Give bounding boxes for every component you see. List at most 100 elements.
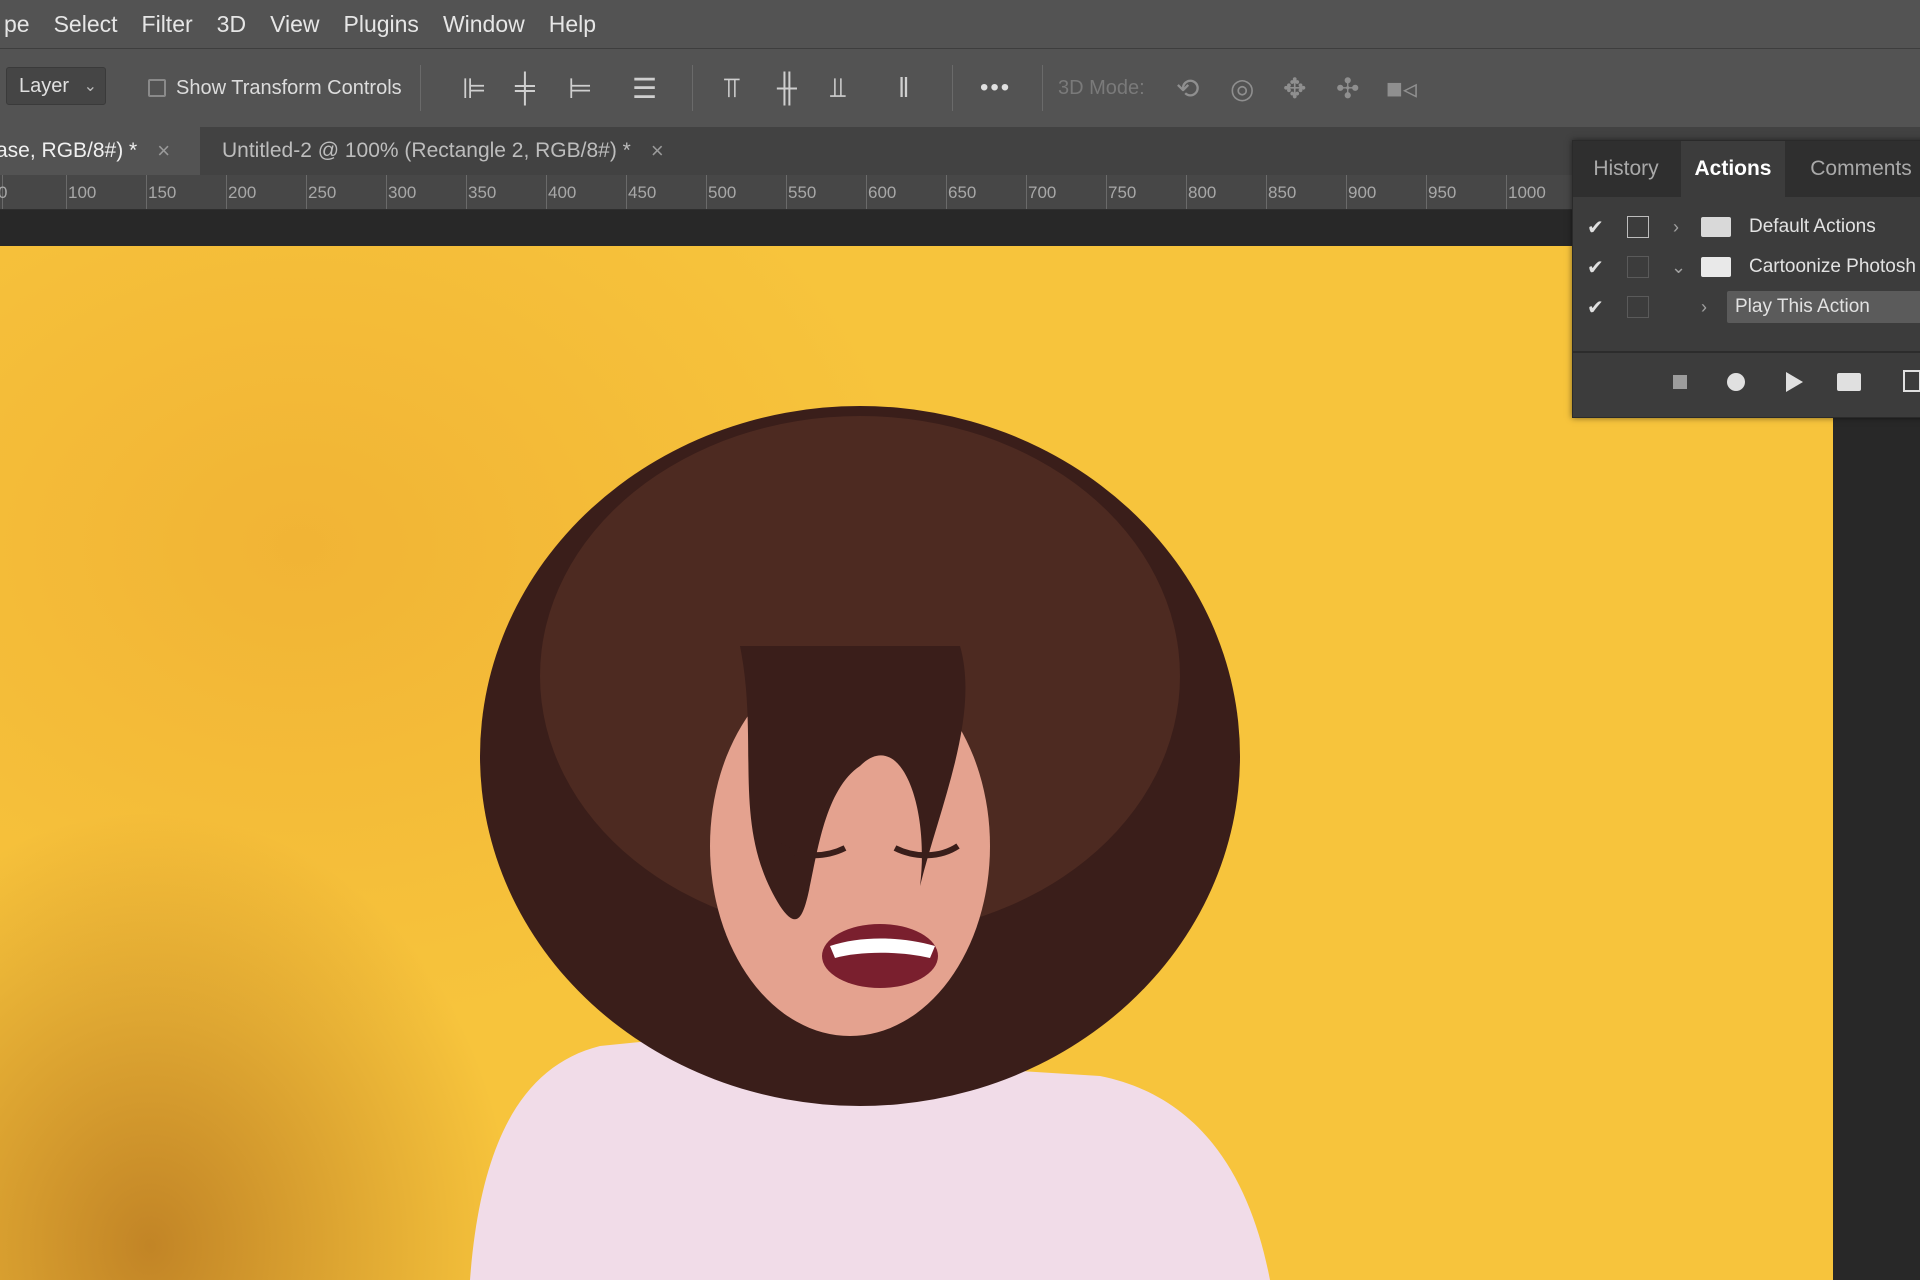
tab-history[interactable]: History bbox=[1573, 141, 1679, 197]
ruler-major-tick bbox=[866, 175, 867, 209]
actions-panel: History Actions Comments ✔ › Default Act… bbox=[1572, 140, 1920, 418]
ruler-major-tick bbox=[626, 175, 627, 209]
menu-plugins[interactable]: Plugins bbox=[332, 11, 431, 38]
divider bbox=[692, 65, 693, 111]
ruler-label: 600 bbox=[868, 183, 897, 202]
stop-recording-icon[interactable] bbox=[1673, 375, 1687, 389]
ruler-label: 750 bbox=[1108, 183, 1137, 202]
ruler-label: 150 bbox=[148, 183, 177, 202]
ruler-major-tick bbox=[226, 175, 227, 209]
create-new-set-icon[interactable] bbox=[1837, 373, 1861, 391]
dialog-toggle-icon[interactable] bbox=[1627, 256, 1649, 278]
toggle-item-check-icon[interactable]: ✔ bbox=[1587, 215, 1604, 240]
document-tab-active[interactable]: ase, RGB/8#) * × bbox=[0, 127, 200, 175]
action-set-default-actions[interactable]: ✔ › Default Actions bbox=[1573, 208, 1920, 246]
menu-3d[interactable]: 3D bbox=[205, 11, 258, 38]
ruler-label: 700 bbox=[1028, 183, 1057, 202]
panel-footer-divider bbox=[1573, 351, 1920, 353]
chevron-right-icon[interactable]: › bbox=[1701, 297, 1707, 318]
distribute-vertical-icon[interactable]: ☰ bbox=[632, 49, 657, 127]
pan-3d-icon[interactable]: ✥ bbox=[1283, 49, 1306, 127]
3d-mode-label: 3D Mode: bbox=[1058, 76, 1145, 99]
ruler-label: 900 bbox=[1348, 183, 1377, 202]
divider bbox=[952, 65, 953, 111]
menu-help[interactable]: Help bbox=[537, 11, 608, 38]
tab-label: Untitled-2 @ 100% (Rectangle 2, RGB/8#) … bbox=[222, 139, 631, 162]
ruler-label: 1000 bbox=[1508, 183, 1546, 202]
ruler-major-tick bbox=[706, 175, 707, 209]
close-icon[interactable]: × bbox=[651, 138, 664, 164]
ruler-major-tick bbox=[1186, 175, 1187, 209]
ruler-major-tick bbox=[66, 175, 67, 209]
ruler-major-tick bbox=[1106, 175, 1107, 209]
scale-3d-camera-icon[interactable]: ■◃ bbox=[1386, 49, 1417, 127]
ruler-label: 800 bbox=[1188, 183, 1217, 202]
play-selection-icon[interactable] bbox=[1786, 372, 1803, 392]
begin-recording-icon[interactable] bbox=[1727, 373, 1745, 391]
ruler-major-tick bbox=[1506, 175, 1507, 209]
ruler-major-tick bbox=[786, 175, 787, 209]
orbit-3d-icon[interactable]: ⟲ bbox=[1176, 49, 1199, 127]
align-bottom-edges-icon[interactable]: ⫫ bbox=[830, 49, 846, 127]
ruler-major-tick bbox=[946, 175, 947, 209]
ruler-label: 300 bbox=[388, 183, 417, 202]
ruler-label: 0 bbox=[0, 183, 7, 203]
menu-filter[interactable]: Filter bbox=[130, 11, 205, 38]
auto-select-value: Layer bbox=[19, 74, 70, 97]
toggle-item-check-icon[interactable]: ✔ bbox=[1587, 295, 1604, 320]
folder-open-icon bbox=[1701, 257, 1731, 277]
dialog-toggle-icon[interactable] bbox=[1627, 216, 1649, 238]
align-right-edges-icon[interactable]: ⊨ bbox=[568, 49, 592, 127]
slide-3d-icon[interactable]: ✣ bbox=[1336, 49, 1359, 127]
roll-3d-icon[interactable]: ◎ bbox=[1230, 49, 1254, 127]
divider bbox=[420, 65, 421, 111]
ruler-label: 550 bbox=[788, 183, 817, 202]
ruler-label: 250 bbox=[308, 183, 337, 202]
create-new-action-icon[interactable] bbox=[1903, 370, 1920, 392]
show-transform-controls-label: Show Transform Controls bbox=[176, 76, 402, 99]
ruler-major-tick bbox=[1266, 175, 1267, 209]
close-icon[interactable]: × bbox=[157, 138, 170, 164]
cartoon-portrait-image bbox=[470, 406, 1270, 1280]
document-canvas[interactable] bbox=[0, 246, 1833, 1280]
align-horizontal-centers-icon[interactable]: ╪ bbox=[515, 49, 535, 127]
chevron-down-icon: ⌄ bbox=[83, 78, 97, 95]
divider bbox=[1042, 65, 1043, 111]
ruler-label: 200 bbox=[228, 183, 257, 202]
align-left-edges-icon[interactable]: ⊫ bbox=[462, 49, 486, 127]
tab-actions[interactable]: Actions bbox=[1681, 141, 1785, 197]
ruler-major-tick bbox=[546, 175, 547, 209]
checkbox-icon bbox=[148, 79, 166, 97]
align-vertical-centers-icon[interactable]: ╫ bbox=[777, 49, 797, 127]
ruler-major-tick bbox=[386, 175, 387, 209]
ruler-label: 450 bbox=[628, 183, 657, 202]
document-tab-untitled-2[interactable]: Untitled-2 @ 100% (Rectangle 2, RGB/8#) … bbox=[222, 127, 664, 175]
ruler-label: 350 bbox=[468, 183, 497, 202]
action-play-this-action[interactable]: ✔ › Play This Action bbox=[1573, 288, 1920, 326]
show-transform-controls-checkbox[interactable]: Show Transform Controls bbox=[148, 49, 402, 127]
align-top-edges-icon[interactable]: ⫪ bbox=[724, 49, 740, 127]
ruler-label: 650 bbox=[948, 183, 977, 202]
toggle-item-check-icon[interactable]: ✔ bbox=[1587, 255, 1604, 280]
chevron-right-icon[interactable]: › bbox=[1673, 217, 1679, 238]
tab-comments[interactable]: Comments bbox=[1789, 141, 1920, 197]
more-options-button[interactable]: ••• bbox=[980, 49, 1011, 127]
menu-view[interactable]: View bbox=[258, 11, 331, 38]
auto-select-dropdown[interactable]: Layer ⌄ bbox=[6, 67, 106, 105]
menu-select[interactable]: Select bbox=[42, 11, 130, 38]
menu-bar: pe Select Filter 3D View Plugins Window … bbox=[0, 0, 1920, 48]
ruler-major-tick bbox=[306, 175, 307, 209]
distribute-horizontal-icon[interactable]: ‖ bbox=[898, 49, 910, 127]
menu-type[interactable]: pe bbox=[0, 11, 42, 38]
ruler-major-tick bbox=[1026, 175, 1027, 209]
chevron-down-icon[interactable]: ⌄ bbox=[1671, 257, 1686, 278]
action-label: Play This Action bbox=[1735, 296, 1870, 317]
ruler-major-tick bbox=[1346, 175, 1347, 209]
menu-window[interactable]: Window bbox=[431, 11, 537, 38]
action-set-cartoonize[interactable]: ✔ ⌄ Cartoonize Photosh bbox=[1573, 248, 1920, 286]
action-set-label: Default Actions bbox=[1749, 216, 1876, 237]
panel-tab-bar: History Actions Comments bbox=[1573, 141, 1920, 197]
dialog-toggle-icon[interactable] bbox=[1627, 296, 1649, 318]
ruler-label: 850 bbox=[1268, 183, 1297, 202]
ruler-label: 400 bbox=[548, 183, 577, 202]
